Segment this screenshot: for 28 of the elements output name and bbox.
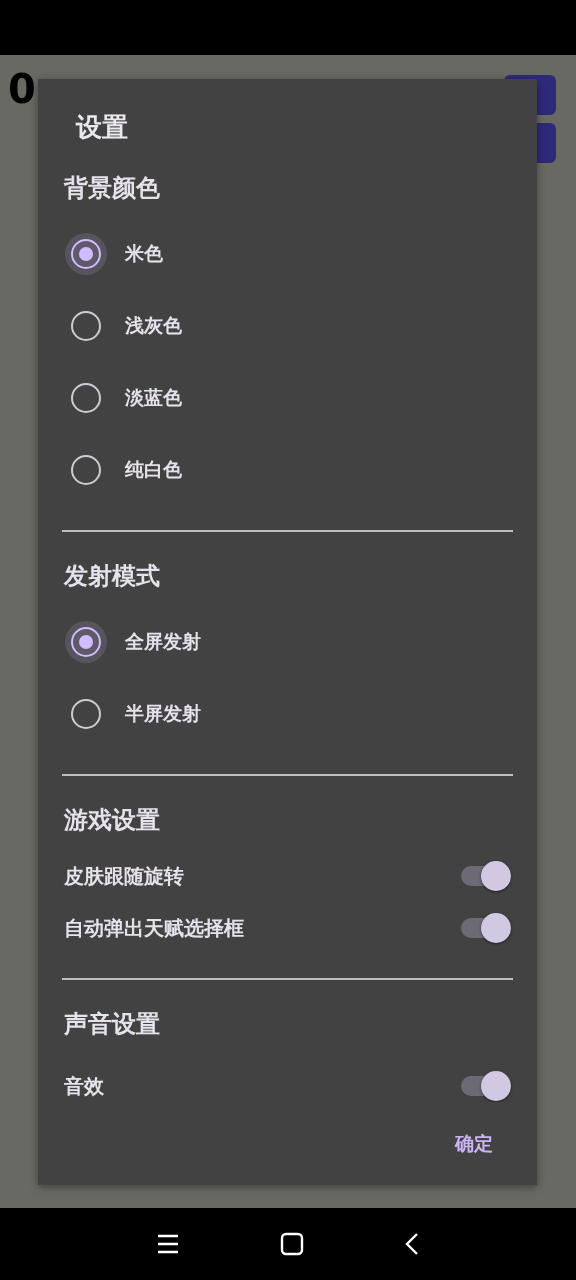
toggle-switch[interactable] — [461, 913, 511, 943]
radio-button[interactable] — [71, 455, 101, 485]
section-title: 背景颜色 — [64, 173, 160, 204]
radio-button[interactable] — [71, 239, 101, 269]
toggle-switch[interactable] — [461, 861, 511, 891]
home-icon[interactable] — [280, 1232, 304, 1256]
setting-label: 自动弹出天赋选择框 — [64, 914, 244, 942]
option-label: 半屏发射 — [125, 701, 201, 726]
setting-label: 音效 — [64, 1072, 104, 1100]
radio-button[interactable] — [71, 311, 101, 341]
radio-button[interactable] — [71, 383, 101, 413]
option-label: 全屏发射 — [125, 629, 201, 654]
option-label: 纯白色 — [125, 457, 182, 482]
section-title: 声音设置 — [64, 1009, 160, 1040]
setting-label: 皮肤跟随旋转 — [64, 862, 184, 890]
section-title: 游戏设置 — [64, 805, 160, 836]
option-label: 米色 — [125, 241, 163, 266]
score: 0 — [8, 69, 36, 109]
radio-button[interactable] — [71, 627, 101, 657]
section-title: 发射模式 — [64, 561, 160, 592]
dialog-title: 设置 — [76, 111, 128, 144]
option-label: 浅灰色 — [125, 313, 182, 338]
confirm-button[interactable]: 确定 — [441, 1122, 507, 1165]
radio-button[interactable] — [71, 699, 101, 729]
back-icon[interactable] — [404, 1232, 420, 1256]
option-label: 淡蓝色 — [125, 385, 182, 410]
menu-icon[interactable] — [156, 1232, 180, 1256]
toggle-switch[interactable] — [461, 1071, 511, 1101]
